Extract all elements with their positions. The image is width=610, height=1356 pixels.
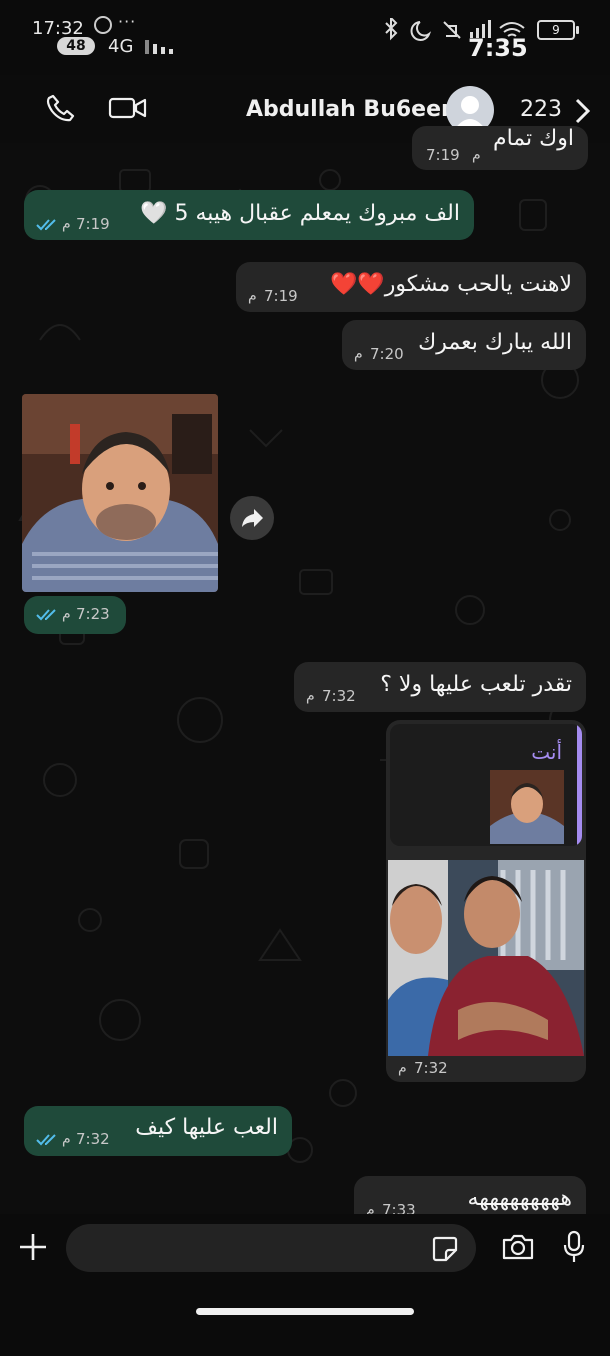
- message-time-suffix: م: [248, 288, 257, 304]
- quoted-thumbnail: [490, 770, 564, 844]
- image-timestamp-chip: م 7:23: [24, 596, 126, 634]
- status-bar: 17:32 ··· 48 4G 7:35 9: [0, 0, 610, 70]
- network-type: 4G: [108, 36, 134, 57]
- overflow-dots: ···: [118, 12, 137, 31]
- message-time: 7:19: [264, 287, 298, 305]
- message-text: هههههههههه: [467, 1186, 572, 1211]
- read-ticks-icon: [36, 219, 56, 231]
- chat-screen: 17:32 ··· 48 4G 7:35 9 Abdullah Bu6een 2…: [0, 0, 610, 1356]
- phone-icon[interactable]: [46, 93, 76, 123]
- home-indicator[interactable]: [196, 1308, 414, 1315]
- message-composer: [0, 1214, 610, 1356]
- message-bubble-incoming[interactable]: تقدر تلعب عليها ولا ؟ م 7:32: [294, 662, 586, 712]
- quoted-message[interactable]: أنت: [390, 724, 582, 846]
- microphone-icon[interactable]: [562, 1230, 586, 1264]
- message-time: 7:19: [76, 215, 110, 233]
- message-time: 7:19: [426, 146, 460, 164]
- photo-man-portrait: [22, 394, 218, 592]
- sticker-icon[interactable]: [432, 1236, 458, 1262]
- forward-button[interactable]: [230, 496, 274, 540]
- message-bubble-incoming[interactable]: لاهنت يالحب مشكور❤️❤️ م 7:19: [236, 262, 586, 312]
- message-bubble-outgoing[interactable]: العب عليها كيف م 7:32: [24, 1106, 292, 1156]
- message-text: لاهنت يالحب مشكور❤️❤️: [329, 272, 572, 297]
- camera-icon[interactable]: [501, 1233, 535, 1261]
- message-text: اوك تمام: [492, 126, 574, 151]
- message-time-suffix: م: [472, 147, 481, 163]
- forward-icon: [242, 509, 263, 527]
- message-bubble-incoming-reply[interactable]: أنت م 7:32: [386, 720, 586, 1082]
- video-camera-icon[interactable]: [108, 93, 148, 123]
- status-time-right: 7:35: [468, 34, 528, 62]
- message-text: الله يبارك بعمرك: [418, 330, 572, 355]
- image-message[interactable]: [22, 394, 218, 592]
- battery-icon: 9: [537, 20, 579, 40]
- message-time: 7:23: [76, 605, 110, 623]
- plus-icon[interactable]: [18, 1232, 48, 1262]
- message-time-suffix: م: [398, 1060, 407, 1076]
- read-ticks-icon: [36, 1134, 56, 1146]
- photo-two-men: [388, 860, 584, 1056]
- unread-count: 223: [520, 97, 562, 122]
- read-ticks-icon: [36, 609, 56, 621]
- message-text: تقدر تلعب عليها ولا ؟: [380, 672, 572, 697]
- message-time-suffix: م: [306, 688, 315, 704]
- message-bubble-incoming[interactable]: الله يبارك بعمرك م 7:20: [342, 320, 586, 370]
- message-time: 7:32: [322, 687, 356, 705]
- message-bubble-incoming[interactable]: اوك تمام 7:19 م: [412, 126, 588, 170]
- contact-name[interactable]: Abdullah Bu6een: [246, 97, 457, 122]
- quote-accent-bar: [577, 724, 582, 846]
- chevron-right-icon[interactable]: [572, 97, 592, 125]
- quote-author: أنت: [531, 740, 562, 764]
- message-time-suffix: م: [62, 216, 71, 232]
- message-text: الف مبروك يمعلم عقبال هيبه 5 🤍: [140, 201, 460, 226]
- message-input-container[interactable]: [66, 1224, 476, 1274]
- signal-icon: [145, 40, 173, 54]
- message-time-suffix: م: [354, 346, 363, 362]
- message-bubble-outgoing[interactable]: الف مبروك يمعلم عقبال هيبه 5 🤍 م 7:19: [24, 190, 474, 240]
- message-time: 7:20: [370, 345, 404, 363]
- message-text: العب عليها كيف: [135, 1115, 278, 1140]
- message-time: 7:32: [414, 1059, 448, 1077]
- message-time-suffix: م: [62, 606, 71, 622]
- message-input[interactable]: [84, 1224, 428, 1274]
- message-time-suffix: م: [62, 1131, 71, 1147]
- face-icon: [94, 16, 112, 34]
- notification-count-badge: 48: [57, 37, 95, 55]
- status-time-left: 17:32: [32, 18, 84, 39]
- message-time: 7:32: [76, 1130, 110, 1148]
